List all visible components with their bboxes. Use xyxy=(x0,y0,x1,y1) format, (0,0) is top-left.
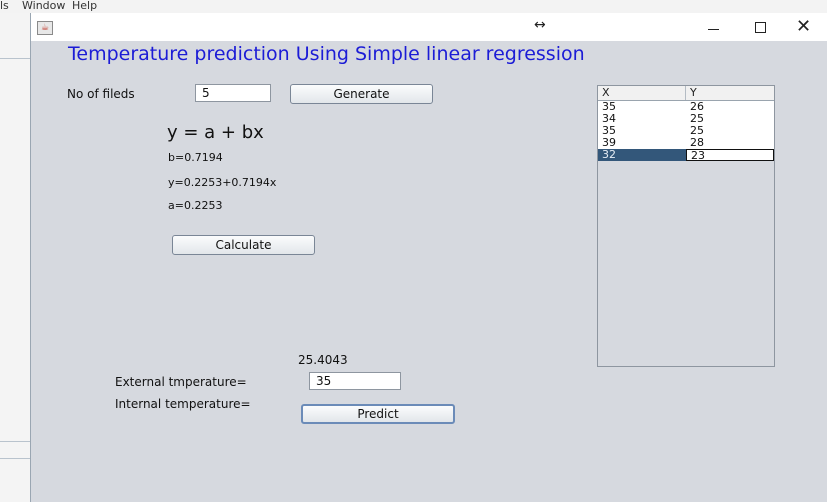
internal-temperature-label: Internal temperature= xyxy=(115,397,251,411)
menu-item-window[interactable]: Window xyxy=(22,0,65,12)
column-header-y[interactable]: Y xyxy=(686,86,774,100)
resize-cursor-icon: ↔ xyxy=(534,17,546,33)
generate-button[interactable]: Generate xyxy=(290,84,433,104)
prediction-result: 25.4043 xyxy=(298,353,348,367)
a-coefficient: a=0.2253 xyxy=(168,199,223,212)
java-app-icon: ☕ xyxy=(37,21,53,35)
fields-count-label: No of fileds xyxy=(67,87,135,101)
maximize-button[interactable] xyxy=(738,15,783,39)
table-row[interactable]: 39 28 xyxy=(598,137,774,149)
page-title: Temperature prediction Using Simple line… xyxy=(68,43,585,65)
app-window: ☕ ↔ ✕ Temperature prediction Using Simpl… xyxy=(30,13,827,502)
divider xyxy=(0,58,30,59)
regression-equation: y=0.2253+0.7194x xyxy=(168,176,277,189)
b-coefficient: b=0.7194 xyxy=(168,151,223,164)
table-row[interactable]: 35 25 xyxy=(598,125,774,137)
minimize-button[interactable] xyxy=(691,15,736,39)
cell-x[interactable]: 32 xyxy=(598,149,686,161)
column-header-x[interactable]: X xyxy=(598,86,686,100)
close-button[interactable]: ✕ xyxy=(781,15,826,39)
menu-item-help[interactable]: Help xyxy=(72,0,97,12)
background-menubar: ls Window Help xyxy=(0,0,827,13)
fields-count-input[interactable] xyxy=(195,84,271,102)
divider xyxy=(0,458,30,459)
table-header: X Y xyxy=(598,86,774,101)
table-row[interactable]: 35 26 xyxy=(598,101,774,113)
external-temperature-label: External tmperature= xyxy=(115,375,247,389)
background-panel xyxy=(0,13,30,502)
calculate-button[interactable]: Calculate xyxy=(172,235,315,255)
table-row-selected[interactable]: 32 23 xyxy=(598,149,774,162)
cell-y-editing[interactable]: 23 xyxy=(686,149,774,162)
predict-button[interactable]: Predict xyxy=(301,404,455,424)
external-temperature-input[interactable] xyxy=(309,372,401,390)
divider xyxy=(0,441,30,442)
cell-y[interactable]: 28 xyxy=(686,137,774,149)
data-table[interactable]: X Y 35 26 34 25 35 25 39 28 32 23 xyxy=(597,85,775,367)
regression-formula: y = a + bx xyxy=(167,122,264,143)
title-bar[interactable]: ☕ ↔ ✕ xyxy=(31,13,827,41)
menu-item-tools[interactable]: ls xyxy=(0,0,9,12)
table-row[interactable]: 34 25 xyxy=(598,113,774,125)
